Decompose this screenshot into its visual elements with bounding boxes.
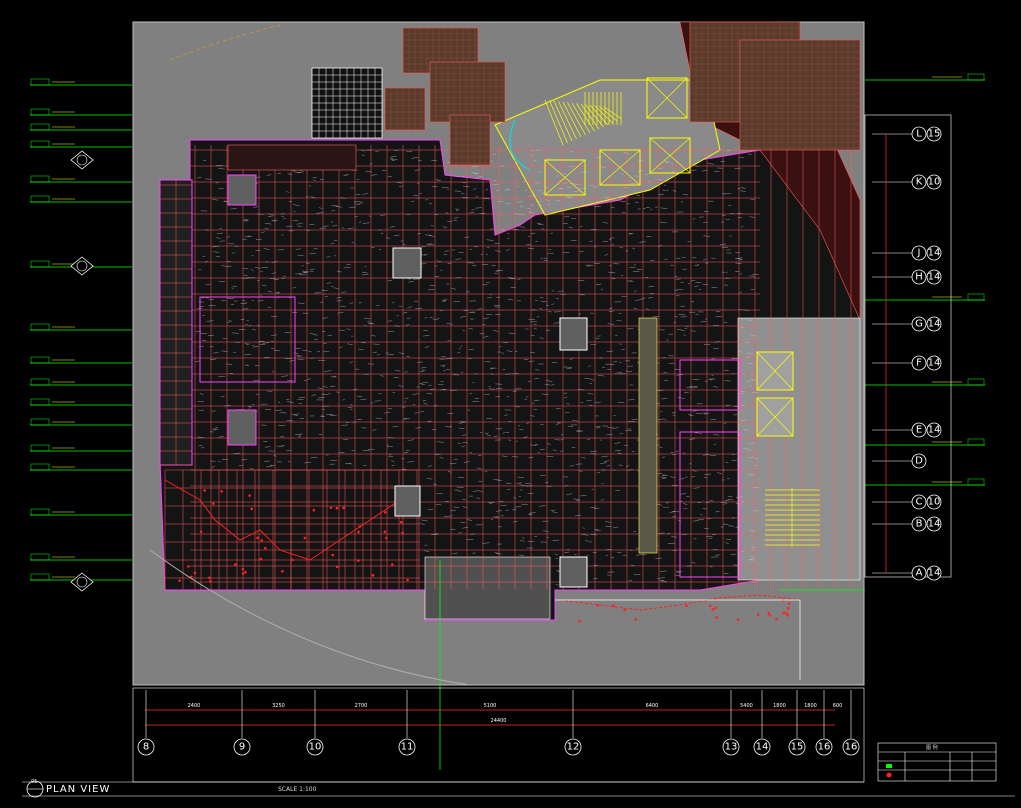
grid-bubble-label: 16	[845, 742, 858, 753]
plan-view-label: PLAN VIEW	[46, 784, 111, 795]
grid-bubble-label: K	[916, 177, 923, 188]
dimension-panel	[132, 687, 865, 783]
grid-bubble-label: G	[915, 319, 923, 330]
dimension-label: 1800	[804, 703, 817, 709]
column-box	[394, 485, 421, 517]
top-band	[227, 144, 357, 171]
grid-bubble-label: L	[916, 129, 922, 140]
plan-drawing: L 15 K 10 J 14 H 14 G 14 F 14 E 14 D C 10 B 14 A 14 8 9 10 11 12…	[22, 21, 1015, 798]
grid-bubble-label: J	[917, 248, 921, 259]
column-box	[227, 174, 257, 206]
column-box	[392, 247, 422, 279]
grid-bubble-label: 14	[756, 742, 769, 753]
grid-bubble-sublabel: 14	[928, 568, 941, 579]
column-box	[559, 317, 588, 351]
dimension-label: 6400	[646, 703, 659, 709]
grid-bubble-label: 16	[818, 742, 831, 753]
grid-bubble-sublabel: 14	[928, 519, 941, 530]
grid-bubble-label: 10	[309, 742, 322, 753]
strip-area	[638, 317, 658, 554]
legend-swatch	[886, 764, 892, 768]
small-grid-box	[311, 67, 383, 139]
cad-floor-plan-sheet: L 15 K 10 J 14 H 14 G 14 F 14 E 14 D C 10 B 14 A 14 8 9 10 11 12…	[0, 0, 1021, 808]
dimension-label: 3250	[272, 703, 285, 709]
grid-bubble-label: 15	[791, 742, 804, 753]
grid-bubble-label: 9	[239, 742, 245, 753]
grid-bubble-sublabel: 14	[928, 358, 941, 369]
grid-bubble-sublabel: 14	[928, 319, 941, 330]
grid-bubble-sublabel: 10	[928, 177, 941, 188]
grid-bubble-sublabel: 14	[928, 248, 941, 259]
grid-bubble-label: D	[915, 456, 923, 467]
section-markers	[70, 150, 94, 592]
grid-bubble-label: 12	[567, 742, 580, 753]
grid-bubble-sublabel: 15	[928, 129, 941, 140]
column-box	[227, 409, 257, 446]
dimension-label: 2400	[188, 703, 201, 709]
column-box	[559, 556, 588, 588]
grid-bubble-sublabel: 14	[928, 272, 941, 283]
grid-bubble-label: 11	[401, 742, 414, 753]
grid-bubble-sublabel: 10	[928, 497, 941, 508]
dimension-label: 1800	[773, 703, 786, 709]
dimension-label: 5100	[484, 703, 497, 709]
core-area	[737, 317, 861, 581]
grid-bubble-label: 8	[143, 742, 149, 753]
legend-swatch	[886, 772, 892, 778]
grid-bubble-label: H	[915, 272, 923, 283]
legend-header: 图 例	[926, 745, 938, 751]
grid-bubble-label: F	[916, 358, 922, 369]
dimension-total: 24400	[491, 718, 507, 724]
grid-bubble-label: A	[916, 568, 923, 579]
dimension-label: 2700	[355, 703, 368, 709]
grid-axis-right: L 15 K 10 J 14 H 14 G 14 F 14 E 14 D C 10 B 14 A 14	[872, 126, 942, 581]
grid-bubble-label: E	[916, 425, 922, 436]
grid-axis-bottom: 8 9 10 11 12 13 14 15 16 16 2400 3250 2700 5100 6400 54…	[137, 690, 860, 756]
drawing-number: 01	[31, 779, 38, 785]
dimension-label: 5400	[740, 703, 753, 709]
grid-bubble-sublabel: 14	[928, 425, 941, 436]
scale-label: SCALE 1:100	[278, 786, 317, 793]
dimension-label: 600	[833, 703, 843, 709]
grid-bubble-label: C	[916, 497, 923, 508]
grid-bubble-label: 13	[725, 742, 738, 753]
grid-bubble-label: B	[916, 519, 923, 530]
